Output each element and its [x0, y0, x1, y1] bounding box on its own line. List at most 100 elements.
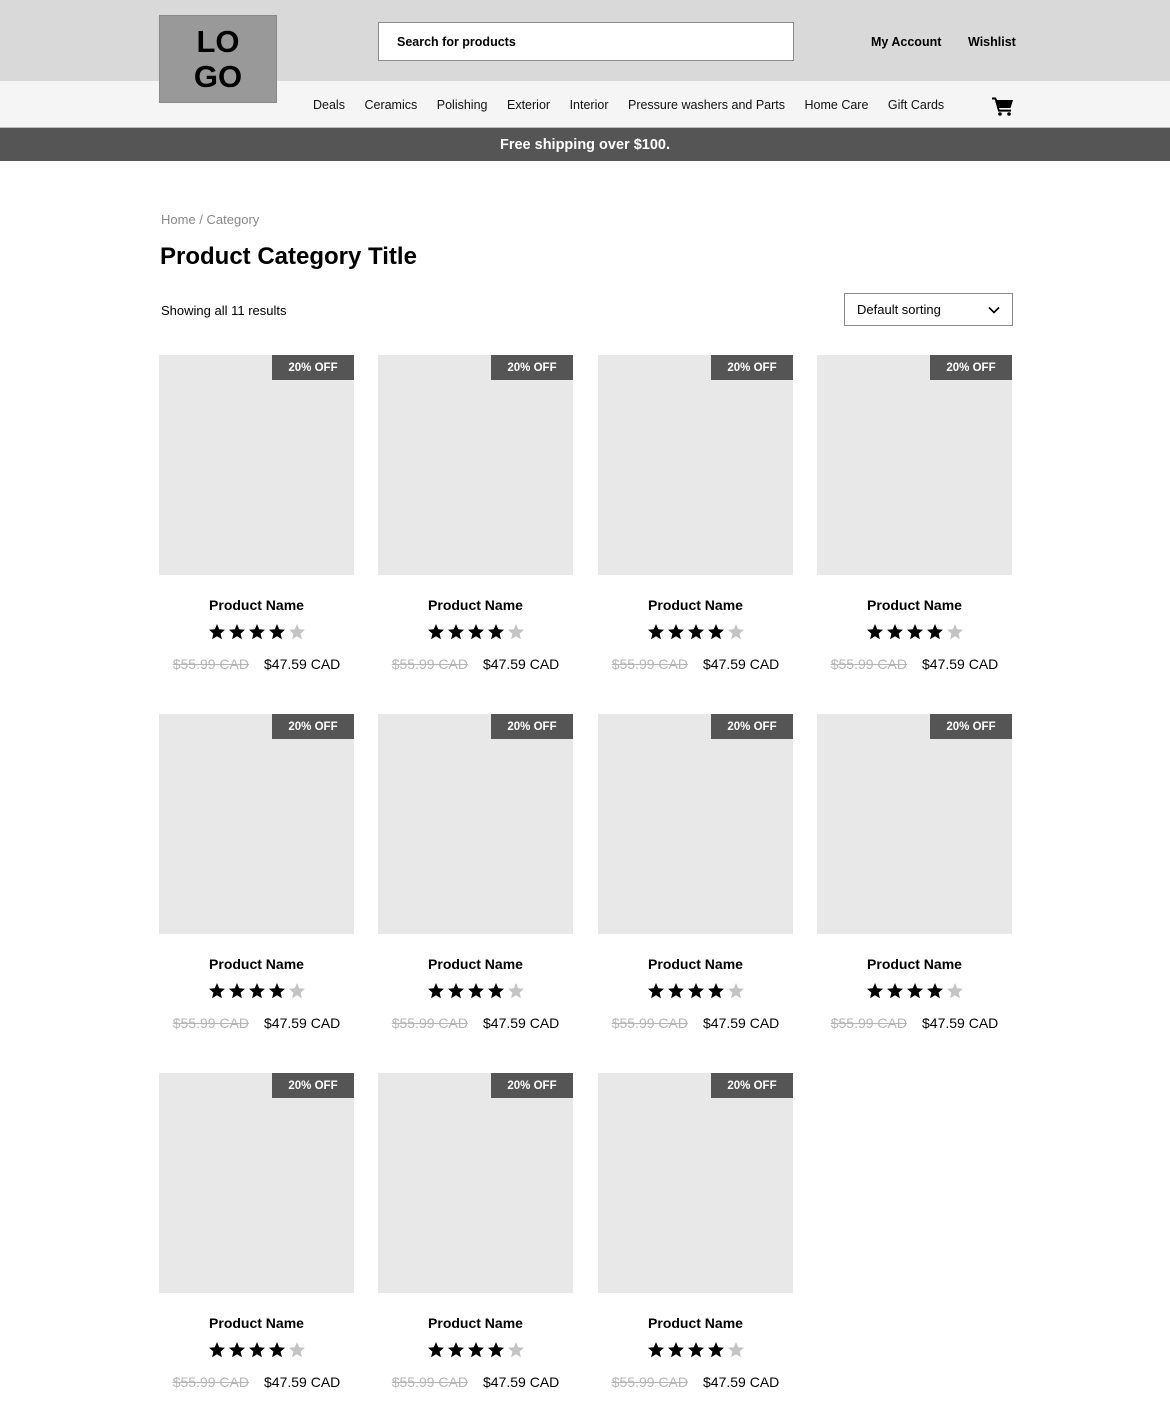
star-rating — [817, 623, 1012, 641]
star-filled-icon — [467, 624, 484, 640]
product-image[interactable]: 20% OFF — [159, 714, 354, 934]
category-nav: Deals Ceramics Polishing Exterior Interi… — [313, 98, 964, 112]
star-rating — [159, 1341, 354, 1359]
original-price: $55.99 CAD — [611, 1374, 688, 1390]
star-filled-icon — [667, 624, 684, 640]
banner-text: Free shipping over $100. — [499, 136, 671, 153]
page-title: Product Category Title — [160, 243, 417, 270]
product-prices: $55.99 CAD $47.59 CAD — [159, 1374, 354, 1390]
star-rating — [817, 982, 1012, 1000]
star-filled-icon — [906, 983, 923, 999]
product-name[interactable]: Product Name — [159, 597, 354, 613]
nav-item-deals[interactable]: Deals — [313, 98, 345, 112]
star-rating — [598, 623, 793, 641]
nav-item-pressure-washers[interactable]: Pressure washers and Parts — [628, 98, 785, 112]
my-account-link[interactable]: My Account — [871, 35, 941, 49]
star-rating — [598, 1341, 793, 1359]
logo[interactable]: LO GO — [159, 15, 277, 103]
nav-item-home-care[interactable]: Home Care — [805, 98, 869, 112]
star-filled-icon — [647, 624, 664, 640]
original-price: $55.99 CAD — [830, 1015, 907, 1031]
product-name[interactable]: Product Name — [598, 956, 793, 972]
sale-price: $47.59 CAD — [703, 656, 780, 672]
product-card[interactable]: 20% OFF Product Name $55.99 CAD $47.59 CAD — [378, 714, 573, 1054]
discount-badge: 20% OFF — [711, 714, 793, 739]
product-card[interactable]: 20% OFF Product Name $55.99 CAD $47.59 CAD — [378, 1073, 573, 1413]
product-image[interactable]: 20% OFF — [378, 1073, 573, 1293]
product-name[interactable]: Product Name — [159, 1315, 354, 1331]
star-filled-icon — [707, 983, 724, 999]
product-prices: $55.99 CAD $47.59 CAD — [378, 1015, 573, 1031]
breadcrumb-home[interactable]: Home — [161, 212, 196, 227]
product-name[interactable]: Product Name — [159, 956, 354, 972]
search-field[interactable] — [378, 22, 794, 61]
star-filled-icon — [647, 1342, 664, 1358]
free-shipping-banner: Free shipping over $100. — [0, 128, 1170, 161]
product-name[interactable]: Product Name — [598, 597, 793, 613]
discount-badge: 20% OFF — [491, 714, 573, 739]
product-card[interactable]: 20% OFF Product Name $55.99 CAD $47.59 CAD — [159, 714, 354, 1054]
star-filled-icon — [467, 1342, 484, 1358]
star-filled-icon — [687, 983, 704, 999]
product-name[interactable]: Product Name — [378, 597, 573, 613]
product-image[interactable]: 20% OFF — [817, 355, 1012, 575]
product-card[interactable]: 20% OFF Product Name $55.99 CAD $47.59 CAD — [817, 355, 1012, 695]
product-prices: $55.99 CAD $47.59 CAD — [598, 1374, 793, 1390]
star-filled-icon — [427, 624, 444, 640]
nav-item-gift-cards[interactable]: Gift Cards — [888, 98, 944, 112]
nav-item-polishing[interactable]: Polishing — [437, 98, 488, 112]
product-card[interactable]: 20% OFF Product Name $55.99 CAD $47.59 CAD — [598, 714, 793, 1054]
wishlist-link[interactable]: Wishlist — [968, 35, 1016, 49]
product-image[interactable]: 20% OFF — [159, 1073, 354, 1293]
star-filled-icon — [248, 624, 265, 640]
product-card[interactable]: 20% OFF Product Name $55.99 CAD $47.59 CAD — [159, 355, 354, 695]
product-image[interactable]: 20% OFF — [817, 714, 1012, 934]
product-name[interactable]: Product Name — [817, 956, 1012, 972]
discount-badge: 20% OFF — [491, 355, 573, 380]
star-filled-icon — [866, 983, 883, 999]
star-filled-icon — [886, 983, 903, 999]
product-image[interactable]: 20% OFF — [598, 714, 793, 934]
product-image[interactable]: 20% OFF — [598, 355, 793, 575]
product-card[interactable]: 20% OFF Product Name $55.99 CAD $47.59 CAD — [598, 1073, 793, 1413]
sale-price: $47.59 CAD — [483, 1015, 560, 1031]
star-filled-icon — [667, 1342, 684, 1358]
star-filled-icon — [467, 983, 484, 999]
star-filled-icon — [228, 624, 245, 640]
product-name[interactable]: Product Name — [598, 1315, 793, 1331]
product-image[interactable]: 20% OFF — [378, 714, 573, 934]
sale-price: $47.59 CAD — [264, 1374, 341, 1390]
nav-item-exterior[interactable]: Exterior — [507, 98, 550, 112]
star-filled-icon — [926, 983, 943, 999]
product-image[interactable]: 20% OFF — [159, 355, 354, 575]
discount-badge: 20% OFF — [272, 714, 354, 739]
product-card[interactable]: 20% OFF Product Name $55.99 CAD $47.59 CAD — [817, 714, 1012, 1054]
sale-price: $47.59 CAD — [922, 656, 999, 672]
star-empty-icon — [727, 624, 744, 640]
product-card[interactable]: 20% OFF Product Name $55.99 CAD $47.59 CAD — [159, 1073, 354, 1413]
product-image[interactable]: 20% OFF — [598, 1073, 793, 1293]
product-image[interactable]: 20% OFF — [378, 355, 573, 575]
star-filled-icon — [208, 1342, 225, 1358]
sale-price: $47.59 CAD — [483, 656, 560, 672]
sort-dropdown[interactable]: Default sorting — [844, 293, 1013, 326]
nav-item-interior[interactable]: Interior — [570, 98, 609, 112]
sale-price: $47.59 CAD — [264, 656, 341, 672]
product-name[interactable]: Product Name — [378, 1315, 573, 1331]
product-card[interactable]: 20% OFF Product Name $55.99 CAD $47.59 CAD — [598, 355, 793, 695]
product-name[interactable]: Product Name — [817, 597, 1012, 613]
search-input[interactable] — [397, 34, 793, 49]
shopping-cart-icon[interactable] — [992, 96, 1014, 116]
star-rating — [159, 623, 354, 641]
product-name[interactable]: Product Name — [378, 956, 573, 972]
product-prices: $55.99 CAD $47.59 CAD — [378, 656, 573, 672]
product-prices: $55.99 CAD $47.59 CAD — [598, 656, 793, 672]
star-empty-icon — [288, 1342, 305, 1358]
sale-price: $47.59 CAD — [483, 1374, 560, 1390]
nav-item-ceramics[interactable]: Ceramics — [364, 98, 417, 112]
star-filled-icon — [647, 983, 664, 999]
sale-price: $47.59 CAD — [703, 1015, 780, 1031]
discount-badge: 20% OFF — [711, 1073, 793, 1098]
star-empty-icon — [288, 624, 305, 640]
product-card[interactable]: 20% OFF Product Name $55.99 CAD $47.59 CAD — [378, 355, 573, 695]
